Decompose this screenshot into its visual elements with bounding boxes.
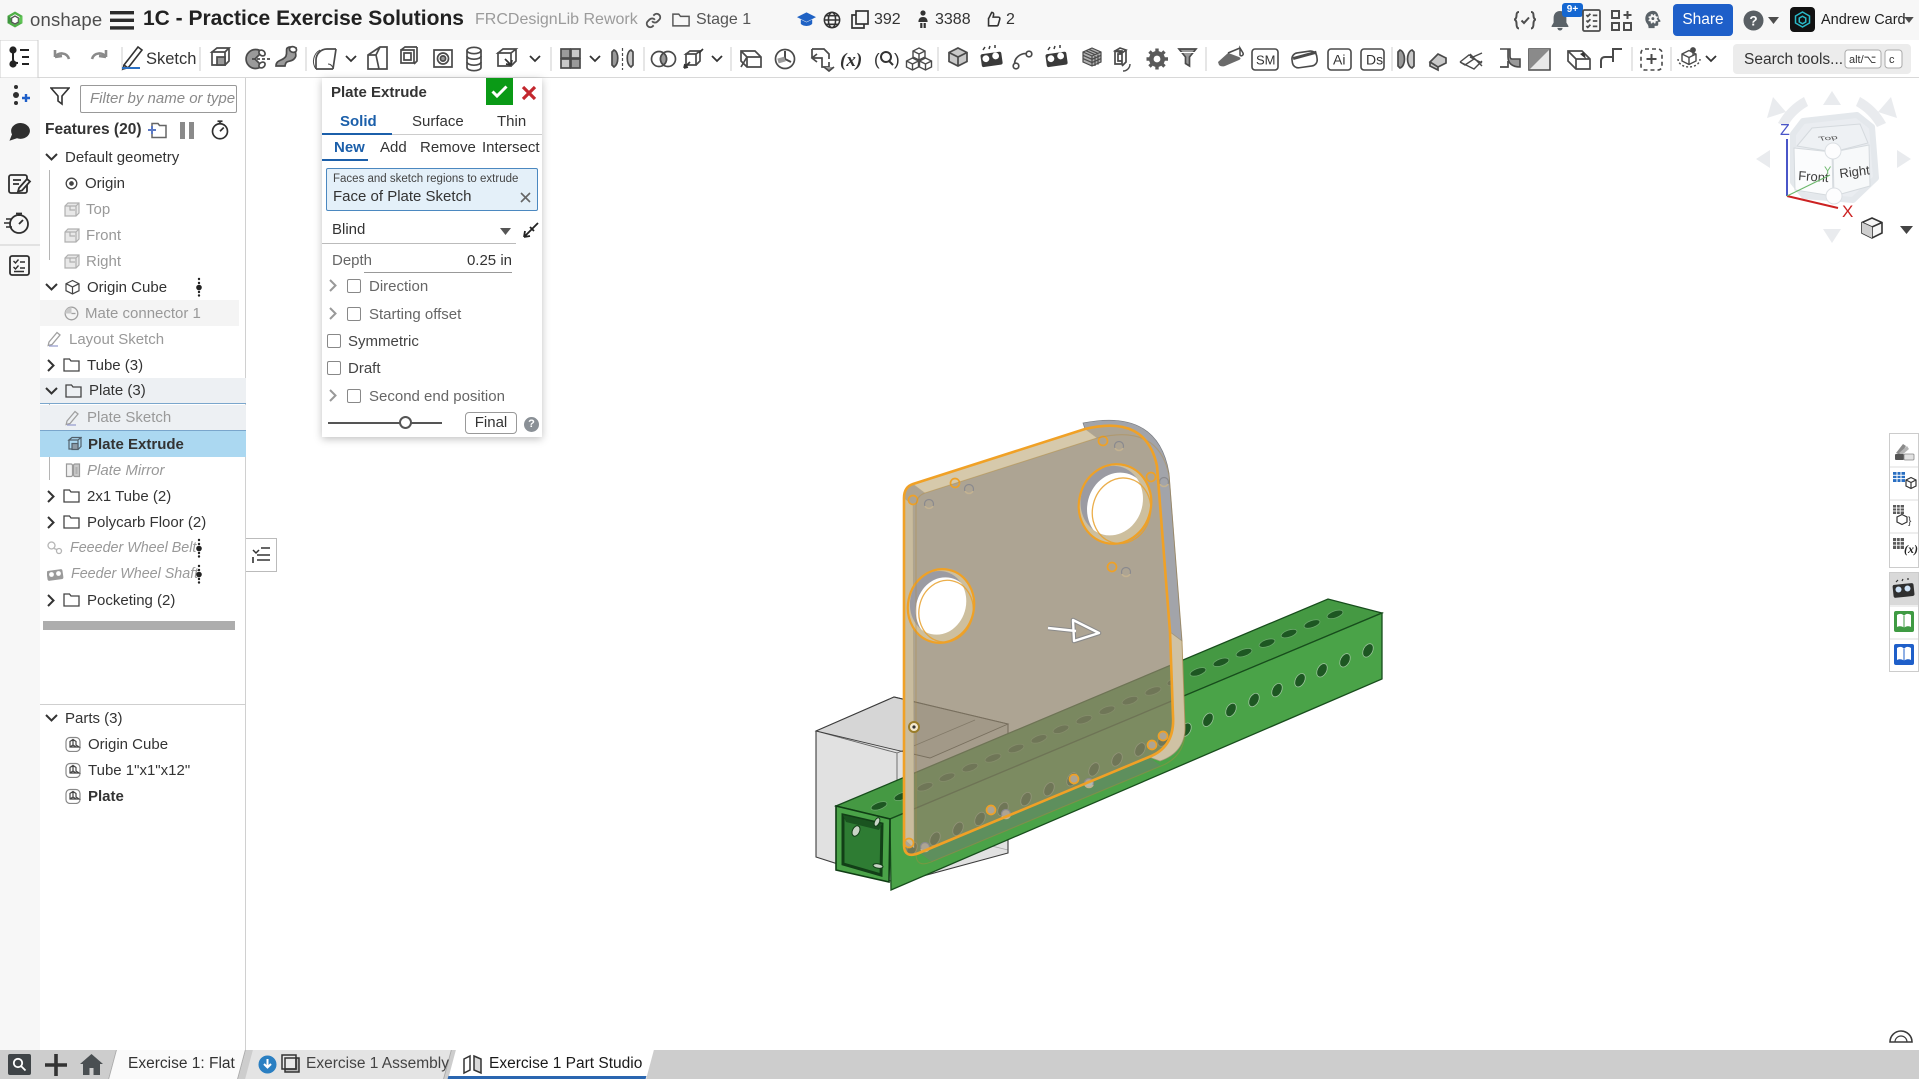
svg-text:Sketch: Sketch bbox=[146, 50, 196, 68]
svg-text:SM: SM bbox=[1256, 53, 1276, 68]
svg-text:Search tools...: Search tools... bbox=[1744, 51, 1843, 68]
svg-text:(x): (x) bbox=[840, 50, 862, 71]
svg-text:Ds: Ds bbox=[1366, 52, 1383, 68]
svg-text:Y: Y bbox=[1824, 165, 1832, 177]
svg-text:Ai: Ai bbox=[1333, 52, 1345, 68]
svg-text:c: c bbox=[1889, 54, 1895, 66]
svg-text:alt/⌥: alt/⌥ bbox=[1849, 54, 1876, 66]
svg-text:): ) bbox=[894, 50, 900, 69]
svg-text:X: X bbox=[1842, 202, 1853, 221]
svg-text:(x): (x) bbox=[1904, 542, 1918, 556]
svg-text:}: } bbox=[1908, 516, 1912, 527]
svg-text:Z: Z bbox=[1780, 122, 1790, 139]
svg-text:?: ? bbox=[1749, 13, 1757, 28]
svg-text:(: ( bbox=[874, 50, 880, 69]
